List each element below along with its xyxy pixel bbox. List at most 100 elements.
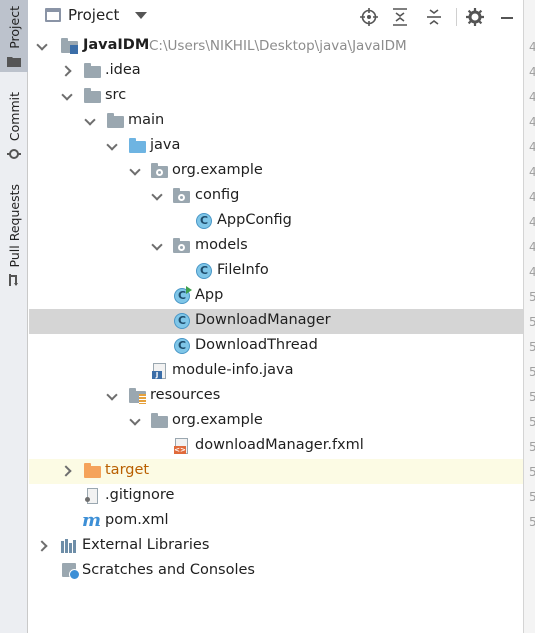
node-label: DownloadThread <box>195 337 318 353</box>
node-label: module-info.java <box>172 362 294 378</box>
node-label: External Libraries <box>82 537 210 553</box>
source-folder-icon <box>129 138 147 154</box>
project-folder-icon <box>61 38 79 54</box>
chevron-down-icon[interactable] <box>151 240 163 252</box>
tool-window-strip: Project Commit Pull Requests <box>0 0 28 633</box>
folder-icon <box>84 63 102 79</box>
folder-icon <box>7 55 21 69</box>
locate-icon[interactable] <box>359 7 379 27</box>
chevron-down-icon[interactable] <box>36 40 48 52</box>
tree-node-pom[interactable]: m pom.xml <box>29 509 523 534</box>
tree-node-external-libraries[interactable]: External Libraries <box>29 534 523 559</box>
node-label: App <box>195 287 224 303</box>
tree-node-main[interactable]: main <box>29 109 523 134</box>
gitignore-file-icon <box>84 488 102 504</box>
java-file-icon: J <box>151 363 169 379</box>
tree-node-resources[interactable]: resources <box>29 384 523 409</box>
folder-icon <box>151 413 169 429</box>
node-label: downloadManager.fxml <box>195 437 364 453</box>
node-label: resources <box>150 387 221 403</box>
project-name: JavaIDM <box>83 37 150 53</box>
chevron-right-icon[interactable] <box>61 465 73 477</box>
chevron-down-icon[interactable] <box>129 165 141 177</box>
window-icon <box>45 8 61 22</box>
excluded-folder-icon <box>84 463 102 479</box>
line-number: 5 <box>529 440 535 454</box>
pull-request-icon <box>7 273 21 287</box>
tree-node-resources-package[interactable]: org.example <box>29 409 523 434</box>
header-title: Project <box>68 6 120 24</box>
tree-node-java[interactable]: java <box>29 134 523 159</box>
node-label: AppConfig <box>217 212 292 228</box>
tab-commit[interactable]: Commit <box>0 92 28 162</box>
tab-project[interactable]: Project <box>0 0 28 72</box>
tree-node-src[interactable]: src <box>29 84 523 109</box>
node-label: .idea <box>105 62 141 78</box>
line-number: 5 <box>529 340 535 354</box>
node-label: pom.xml <box>105 512 169 528</box>
tree-node-package-org-example[interactable]: org.example <box>29 159 523 184</box>
class-icon: C <box>195 263 213 279</box>
commit-icon <box>7 147 21 161</box>
chevron-right-icon[interactable] <box>37 540 49 552</box>
line-number: 4 <box>529 240 535 254</box>
collapse-all-icon[interactable] <box>424 7 444 27</box>
tree-node-appconfig[interactable]: C AppConfig <box>29 209 523 234</box>
chevron-down-icon <box>135 11 148 19</box>
tree-node-models[interactable]: models <box>29 234 523 259</box>
library-icon <box>61 538 79 554</box>
tree-node-gitignore[interactable]: .gitignore <box>29 484 523 509</box>
node-label: Scratches and Consoles <box>82 562 255 578</box>
node-label: models <box>195 237 248 253</box>
chevron-down-icon[interactable] <box>106 390 118 402</box>
resources-folder-icon <box>129 388 147 404</box>
class-icon: C <box>173 313 191 329</box>
gear-icon[interactable] <box>465 7 485 27</box>
tree-node-downloadthread[interactable]: C DownloadThread <box>29 334 523 359</box>
tab-commit-label: Commit <box>6 92 22 142</box>
line-number: 5 <box>529 515 535 529</box>
chevron-right-icon[interactable] <box>61 65 73 77</box>
tree-node-fileinfo[interactable]: C FileInfo <box>29 259 523 284</box>
tree-node-downloadmanager[interactable]: C DownloadManager <box>29 309 523 334</box>
tree-node-project-root[interactable]: JavaIDM C:\Users\NIKHIL\Desktop\java\Jav… <box>29 34 523 59</box>
tree-node-scratches[interactable]: Scratches and Consoles <box>29 559 523 584</box>
tree-node-fxml[interactable]: <> downloadManager.fxml <box>29 434 523 459</box>
project-path: C:\Users\NIKHIL\Desktop\java\JavaIDM <box>149 38 407 54</box>
line-number: 5 <box>529 490 535 504</box>
folder-icon <box>84 88 102 104</box>
chevron-down-icon[interactable] <box>106 140 118 152</box>
scratches-icon <box>61 563 80 580</box>
tree-node-idea[interactable]: .idea <box>29 59 523 84</box>
package-icon <box>173 238 191 254</box>
tree-node-app[interactable]: C App <box>29 284 523 309</box>
class-icon: C <box>173 338 191 354</box>
project-tree: JavaIDM C:\Users\NIKHIL\Desktop\java\Jav… <box>29 34 523 633</box>
node-label: org.example <box>172 162 263 178</box>
line-number: 5 <box>529 290 535 304</box>
package-icon <box>173 188 191 204</box>
tab-project-label: Project <box>6 6 22 49</box>
chevron-down-icon[interactable] <box>151 190 163 202</box>
line-number: 4 <box>529 65 535 79</box>
line-number: 4 <box>529 115 535 129</box>
chevron-down-icon[interactable] <box>84 115 96 127</box>
node-label: .gitignore <box>105 487 175 503</box>
line-number: 5 <box>529 415 535 429</box>
chevron-down-icon[interactable] <box>61 90 73 102</box>
tab-pull-requests-label: Pull Requests <box>6 184 22 268</box>
tree-node-config[interactable]: config <box>29 184 523 209</box>
tree-node-target[interactable]: target <box>29 459 523 484</box>
tab-pull-requests[interactable]: Pull Requests <box>0 184 28 288</box>
maven-icon: m <box>82 510 102 531</box>
project-view-selector[interactable]: Project <box>45 6 148 24</box>
line-number: 4 <box>529 40 535 54</box>
chevron-down-icon[interactable] <box>129 415 141 427</box>
minimize-icon[interactable] <box>497 7 517 27</box>
line-number: 4 <box>529 165 535 179</box>
expand-all-icon[interactable] <box>390 7 410 27</box>
tree-node-module-info[interactable]: J module-info.java <box>29 359 523 384</box>
fxml-file-icon: <> <box>173 438 191 454</box>
line-number: 5 <box>529 315 535 329</box>
line-number: 4 <box>529 90 535 104</box>
